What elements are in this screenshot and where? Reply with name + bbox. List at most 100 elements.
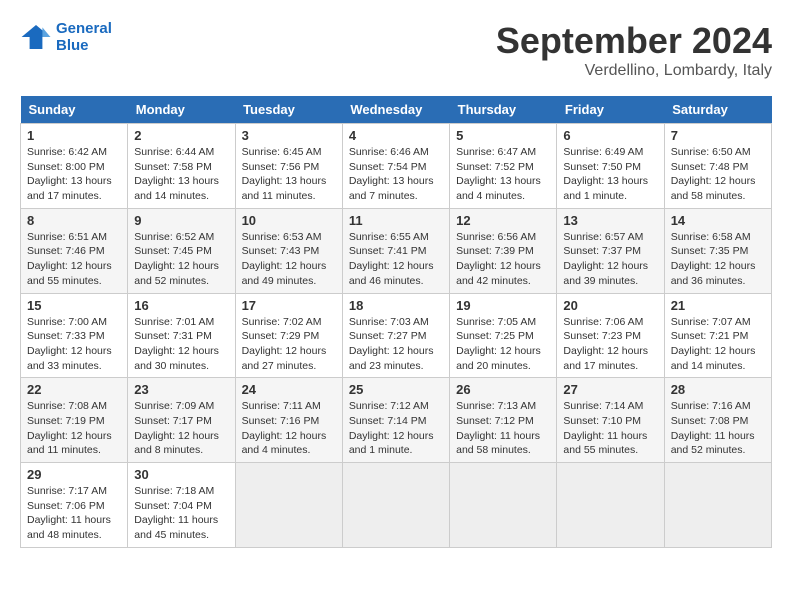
day-number: 27: [563, 382, 657, 397]
day-info: Sunrise: 7:18 AMSunset: 7:04 PMDaylight:…: [134, 485, 218, 541]
logo-icon: [20, 21, 52, 53]
calendar-empty: [450, 463, 557, 548]
day-info: Sunrise: 7:03 AMSunset: 7:27 PMDaylight:…: [349, 316, 434, 372]
calendar-day-22: 22 Sunrise: 7:08 AMSunset: 7:19 PMDayligh…: [21, 378, 128, 463]
day-number: 4: [349, 128, 443, 143]
calendar-day-5: 5 Sunrise: 6:47 AMSunset: 7:52 PMDaylight…: [450, 124, 557, 209]
calendar-day-28: 28 Sunrise: 7:16 AMSunset: 7:08 PMDayligh…: [664, 378, 771, 463]
day-info: Sunrise: 7:12 AMSunset: 7:14 PMDaylight:…: [349, 400, 434, 456]
col-header-monday: Monday: [128, 96, 235, 124]
day-info: Sunrise: 6:47 AMSunset: 7:52 PMDaylight:…: [456, 146, 541, 202]
calendar-day-24: 24 Sunrise: 7:11 AMSunset: 7:16 PMDayligh…: [235, 378, 342, 463]
day-info: Sunrise: 7:02 AMSunset: 7:29 PMDaylight:…: [242, 316, 327, 372]
day-info: Sunrise: 7:06 AMSunset: 7:23 PMDaylight:…: [563, 316, 648, 372]
calendar-day-12: 12 Sunrise: 6:56 AMSunset: 7:39 PMDayligh…: [450, 208, 557, 293]
calendar-week-row: 1 Sunrise: 6:42 AMSunset: 8:00 PMDaylight…: [21, 124, 772, 209]
calendar-week-row: 8Sunrise: 6:51 AMSunset: 7:46 PMDaylight…: [21, 208, 772, 293]
logo-text: General Blue: [56, 20, 112, 54]
location: Verdellino, Lombardy, Italy: [496, 62, 772, 80]
calendar-day-9: 9Sunrise: 6:52 AMSunset: 7:45 PMDaylight…: [128, 208, 235, 293]
calendar-table: SundayMondayTuesdayWednesdayThursdayFrid…: [20, 96, 772, 548]
calendar-day-11: 11 Sunrise: 6:55 AMSunset: 7:41 PMDayligh…: [342, 208, 449, 293]
col-header-friday: Friday: [557, 96, 664, 124]
day-number: 11: [349, 213, 443, 228]
day-info: Sunrise: 6:58 AMSunset: 7:35 PMDaylight:…: [671, 231, 756, 287]
day-number: 19: [456, 298, 550, 313]
day-info: Sunrise: 7:09 AMSunset: 7:17 PMDaylight:…: [134, 400, 219, 456]
day-info: Sunrise: 6:50 AMSunset: 7:48 PMDaylight:…: [671, 146, 756, 202]
day-number: 22: [27, 382, 121, 397]
calendar-day-19: 19 Sunrise: 7:05 AMSunset: 7:25 PMDayligh…: [450, 293, 557, 378]
col-header-wednesday: Wednesday: [342, 96, 449, 124]
day-number: 9: [134, 213, 228, 228]
day-info: Sunrise: 6:55 AMSunset: 7:41 PMDaylight:…: [349, 231, 434, 287]
calendar-day-17: 17 Sunrise: 7:02 AMSunset: 7:29 PMDayligh…: [235, 293, 342, 378]
day-number: 24: [242, 382, 336, 397]
calendar-day-13: 13 Sunrise: 6:57 AMSunset: 7:37 PMDayligh…: [557, 208, 664, 293]
day-number: 7: [671, 128, 765, 143]
calendar-day-30: 30 Sunrise: 7:18 AMSunset: 7:04 PMDayligh…: [128, 463, 235, 548]
day-number: 1: [27, 128, 121, 143]
page-header: General Blue September 2024 Verdellino, …: [20, 20, 772, 80]
col-header-saturday: Saturday: [664, 96, 771, 124]
day-info: Sunrise: 6:49 AMSunset: 7:50 PMDaylight:…: [563, 146, 648, 202]
day-number: 29: [27, 467, 121, 482]
calendar-day-7: 7 Sunrise: 6:50 AMSunset: 7:48 PMDaylight…: [664, 124, 771, 209]
day-number: 23: [134, 382, 228, 397]
title-block: September 2024 Verdellino, Lombardy, Ita…: [496, 20, 772, 80]
day-number: 2: [134, 128, 228, 143]
calendar-empty: [664, 463, 771, 548]
day-number: 15: [27, 298, 121, 313]
day-info: Sunrise: 7:08 AMSunset: 7:19 PMDaylight:…: [27, 400, 112, 456]
calendar-day-16: 16Sunrise: 7:01 AMSunset: 7:31 PMDayligh…: [128, 293, 235, 378]
calendar-day-8: 8Sunrise: 6:51 AMSunset: 7:46 PMDaylight…: [21, 208, 128, 293]
day-info: Sunrise: 7:00 AMSunset: 7:33 PMDaylight:…: [27, 316, 112, 372]
calendar-day-15: 15 Sunrise: 7:00 AMSunset: 7:33 PMDayligh…: [21, 293, 128, 378]
day-number: 8: [27, 213, 121, 228]
calendar-day-18: 18 Sunrise: 7:03 AMSunset: 7:27 PMDayligh…: [342, 293, 449, 378]
day-number: 13: [563, 213, 657, 228]
day-info: Sunrise: 7:13 AMSunset: 7:12 PMDaylight:…: [456, 400, 540, 456]
day-number: 25: [349, 382, 443, 397]
day-info: Sunrise: 7:05 AMSunset: 7:25 PMDaylight:…: [456, 316, 541, 372]
day-number: 6: [563, 128, 657, 143]
calendar-day-14: 14Sunrise: 6:58 AMSunset: 7:35 PMDayligh…: [664, 208, 771, 293]
day-number: 10: [242, 213, 336, 228]
calendar-day-21: 21 Sunrise: 7:07 AMSunset: 7:21 PMDayligh…: [664, 293, 771, 378]
day-number: 17: [242, 298, 336, 313]
day-number: 12: [456, 213, 550, 228]
day-info: Sunrise: 7:11 AMSunset: 7:16 PMDaylight:…: [242, 400, 327, 456]
calendar-day-27: 27 Sunrise: 7:14 AMSunset: 7:10 PMDayligh…: [557, 378, 664, 463]
day-info: Sunrise: 7:17 AMSunset: 7:06 PMDaylight:…: [27, 485, 111, 541]
day-number: 30: [134, 467, 228, 482]
day-info: Sunrise: 6:56 AMSunset: 7:39 PMDaylight:…: [456, 231, 541, 287]
calendar-day-3: 3Sunrise: 6:45 AMSunset: 7:56 PMDaylight…: [235, 124, 342, 209]
day-info: Sunrise: 6:53 AMSunset: 7:43 PMDaylight:…: [242, 231, 327, 287]
day-info: Sunrise: 6:44 AMSunset: 7:58 PMDaylight:…: [134, 146, 219, 202]
day-number: 28: [671, 382, 765, 397]
col-header-sunday: Sunday: [21, 96, 128, 124]
calendar-day-26: 26 Sunrise: 7:13 AMSunset: 7:12 PMDayligh…: [450, 378, 557, 463]
day-info: Sunrise: 7:07 AMSunset: 7:21 PMDaylight:…: [671, 316, 756, 372]
logo: General Blue: [20, 20, 112, 54]
calendar-week-row: 29 Sunrise: 7:17 AMSunset: 7:06 PMDayligh…: [21, 463, 772, 548]
calendar-day-2: 2 Sunrise: 6:44 AMSunset: 7:58 PMDaylight…: [128, 124, 235, 209]
calendar-day-29: 29 Sunrise: 7:17 AMSunset: 7:06 PMDayligh…: [21, 463, 128, 548]
calendar-day-23: 23 Sunrise: 7:09 AMSunset: 7:17 PMDayligh…: [128, 378, 235, 463]
col-header-tuesday: Tuesday: [235, 96, 342, 124]
day-number: 5: [456, 128, 550, 143]
day-number: 16: [134, 298, 228, 313]
calendar-week-row: 22 Sunrise: 7:08 AMSunset: 7:19 PMDayligh…: [21, 378, 772, 463]
calendar-week-row: 15 Sunrise: 7:00 AMSunset: 7:33 PMDayligh…: [21, 293, 772, 378]
day-number: 18: [349, 298, 443, 313]
day-info: Sunrise: 6:42 AMSunset: 8:00 PMDaylight:…: [27, 146, 112, 202]
month-title: September 2024: [496, 20, 772, 62]
day-number: 26: [456, 382, 550, 397]
calendar-day-4: 4Sunrise: 6:46 AMSunset: 7:54 PMDaylight…: [342, 124, 449, 209]
day-info: Sunrise: 7:16 AMSunset: 7:08 PMDaylight:…: [671, 400, 755, 456]
calendar-day-6: 6 Sunrise: 6:49 AMSunset: 7:50 PMDaylight…: [557, 124, 664, 209]
day-info: Sunrise: 7:14 AMSunset: 7:10 PMDaylight:…: [563, 400, 647, 456]
day-info: Sunrise: 6:57 AMSunset: 7:37 PMDaylight:…: [563, 231, 648, 287]
calendar-day-1: 1 Sunrise: 6:42 AMSunset: 8:00 PMDaylight…: [21, 124, 128, 209]
day-number: 21: [671, 298, 765, 313]
